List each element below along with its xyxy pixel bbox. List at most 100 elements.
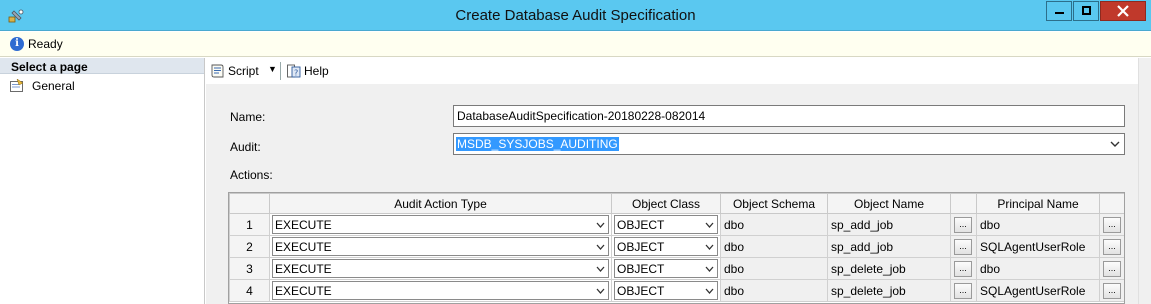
row-number[interactable]: 2	[229, 235, 270, 258]
principal-browse-button[interactable]: ...	[1103, 261, 1121, 277]
toolbar: Script ▼ ? Help	[206, 58, 1151, 84]
principal-name-cell: SQLAgentUserRole	[976, 235, 1100, 258]
audit-action-type-cell[interactable]: EXECUTE	[269, 213, 612, 236]
grid-header-audit-action-type[interactable]: Audit Action Type	[269, 193, 612, 214]
object-class-value: OBJECT	[617, 240, 665, 254]
audit-action-type-value: EXECUTE	[275, 218, 332, 232]
minimize-button[interactable]	[1046, 1, 1072, 21]
script-label: Script	[228, 64, 259, 78]
chevron-down-icon[interactable]	[704, 218, 715, 232]
row-number[interactable]: 3	[229, 257, 270, 280]
table-row: 2 EXECUTE OBJECT dbo sp_add_job ... SQLA…	[229, 235, 1124, 258]
help-label: Help	[304, 64, 329, 78]
object-class-value: OBJECT	[617, 262, 665, 276]
audit-action-type-cell[interactable]: EXECUTE	[269, 235, 612, 258]
audit-action-type-value: EXECUTE	[275, 240, 332, 254]
sidebar-item-general[interactable]: General	[10, 78, 200, 94]
object-class-cell[interactable]: OBJECT	[611, 279, 721, 302]
grid-header-object-name[interactable]: Object Name	[827, 193, 951, 214]
audit-action-type-cell[interactable]: EXECUTE	[269, 257, 612, 280]
grid-header-object-class[interactable]: Object Class	[611, 193, 721, 214]
chevron-down-icon[interactable]	[595, 262, 606, 276]
chevron-down-icon[interactable]	[595, 218, 606, 232]
audit-dropdown[interactable]: MSDB_SYSJOBS_AUDITING	[453, 133, 1125, 155]
maximize-button[interactable]	[1073, 1, 1099, 21]
object-class-value: OBJECT	[617, 284, 665, 298]
info-icon: i	[10, 37, 24, 51]
maximize-icon	[1082, 6, 1091, 15]
chevron-down-icon[interactable]	[595, 240, 606, 254]
object-class-cell[interactable]: OBJECT	[611, 257, 721, 280]
object-schema-cell: dbo	[720, 257, 828, 280]
general-page-content: Name: DatabaseAuditSpecification-2018022…	[206, 84, 1138, 304]
object-browse-cell: ...	[950, 279, 977, 302]
object-browse-cell: ...	[950, 213, 977, 236]
audit-dropdown-value: MSDB_SYSJOBS_AUDITING	[456, 137, 619, 151]
principal-name-cell: dbo	[976, 213, 1100, 236]
title-bar: Create Database Audit Specification	[0, 0, 1151, 31]
chevron-down-icon[interactable]	[704, 284, 715, 298]
object-schema-cell: dbo	[720, 235, 828, 258]
grid-header-object-schema[interactable]: Object Schema	[720, 193, 828, 214]
object-browse-button[interactable]: ...	[954, 283, 972, 299]
close-icon	[1117, 5, 1129, 17]
principal-browse-cell: ...	[1099, 257, 1124, 280]
toolbar-separator	[280, 62, 281, 80]
object-name-cell: sp_delete_job	[827, 257, 951, 280]
object-schema-cell: dbo	[720, 213, 828, 236]
principal-browse-button[interactable]: ...	[1103, 283, 1121, 299]
grid-header-rownum	[229, 193, 270, 214]
general-page-icon	[10, 79, 24, 92]
minimize-icon	[1055, 12, 1064, 14]
audit-action-type-cell[interactable]: EXECUTE	[269, 279, 612, 302]
principal-browse-cell: ...	[1099, 235, 1124, 258]
chevron-down-icon[interactable]: ▼	[268, 64, 277, 74]
chevron-down-icon	[1110, 141, 1120, 147]
svg-text:?: ?	[294, 69, 298, 78]
script-button[interactable]: Script ▼	[209, 62, 289, 80]
name-field[interactable]: DatabaseAuditSpecification-20180228-0820…	[453, 105, 1125, 127]
status-text: Ready	[28, 37, 63, 51]
object-browse-button[interactable]: ...	[954, 261, 972, 277]
audit-action-type-value: EXECUTE	[275, 262, 332, 276]
actions-label: Actions:	[230, 168, 273, 182]
object-name-cell: sp_add_job	[827, 213, 951, 236]
grid-header-principal-browse	[1099, 193, 1124, 214]
help-icon: ?	[287, 64, 301, 78]
page-selector-pane: Select a page General	[0, 58, 205, 304]
object-class-cell[interactable]: OBJECT	[611, 213, 721, 236]
chevron-down-icon[interactable]	[595, 284, 606, 298]
help-button[interactable]: ? Help	[286, 62, 346, 80]
name-field-value: DatabaseAuditSpecification-20180228-0820…	[457, 109, 706, 123]
object-class-cell[interactable]: OBJECT	[611, 235, 721, 258]
page-selector-header: Select a page	[0, 58, 204, 74]
table-row: 1 EXECUTE OBJECT dbo sp_add_job ... dbo …	[229, 213, 1124, 236]
page-selector-title: Select a page	[11, 60, 88, 74]
object-name-cell: sp_add_job	[827, 235, 951, 258]
principal-browse-cell: ...	[1099, 279, 1124, 302]
object-browse-button[interactable]: ...	[954, 217, 972, 233]
script-icon	[211, 64, 224, 78]
row-number[interactable]: 1	[229, 213, 270, 236]
actions-grid: Audit Action Type Object Class Object Sc…	[228, 192, 1125, 304]
chevron-down-icon[interactable]	[704, 240, 715, 254]
close-button[interactable]	[1100, 1, 1146, 21]
row-number[interactable]: 4	[229, 279, 270, 302]
status-bar: i Ready	[0, 32, 1151, 57]
object-browse-button[interactable]: ...	[954, 239, 972, 255]
principal-name-cell: dbo	[976, 257, 1100, 280]
grid-header-row: Audit Action Type Object Class Object Sc…	[229, 193, 1124, 214]
table-row: 4 EXECUTE OBJECT dbo sp_delete_job ... S…	[229, 279, 1124, 302]
chevron-down-icon[interactable]	[704, 262, 715, 276]
object-name-cell: sp_delete_job	[827, 279, 951, 302]
grid-header-principal-name[interactable]: Principal Name	[976, 193, 1100, 214]
principal-name-cell: SQLAgentUserRole	[976, 279, 1100, 302]
vertical-scrollbar[interactable]	[1138, 58, 1151, 304]
table-row: 3 EXECUTE OBJECT dbo sp_delete_job ... d…	[229, 257, 1124, 280]
audit-label: Audit:	[230, 140, 261, 154]
principal-browse-button[interactable]: ...	[1103, 239, 1121, 255]
principal-browse-button[interactable]: ...	[1103, 217, 1121, 233]
audit-action-type-value: EXECUTE	[275, 284, 332, 298]
object-browse-cell: ...	[950, 257, 977, 280]
sidebar-item-label: General	[32, 79, 75, 93]
